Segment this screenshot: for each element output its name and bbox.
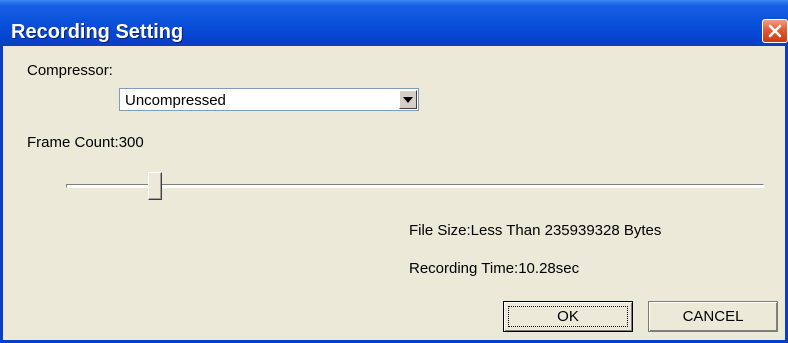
cancel-button-label: CANCEL <box>682 308 744 325</box>
close-button[interactable] <box>762 19 788 43</box>
frame-count-label: Frame Count:300 <box>27 134 144 151</box>
window-title: Recording Setting <box>11 21 184 43</box>
compressor-selected-value: Uncompressed <box>125 92 226 109</box>
ok-button-label: OK <box>557 308 579 325</box>
compressor-dropdown-button[interactable] <box>399 90 417 109</box>
recording-setting-dialog: Recording Setting Compressor: Uncompress… <box>0 0 788 343</box>
frame-count-slider-thumb[interactable] <box>148 172 163 200</box>
title-bar[interactable]: Recording Setting <box>0 0 788 46</box>
compressor-label: Compressor: <box>27 62 113 79</box>
file-size-text: File Size:Less Than 235939328 Bytes <box>409 222 662 239</box>
compressor-select[interactable]: Uncompressed <box>119 88 419 111</box>
frame-count-slider-track[interactable] <box>66 184 764 188</box>
cancel-button[interactable]: CANCEL <box>648 301 778 332</box>
ok-button[interactable]: OK <box>503 301 633 332</box>
chevron-down-icon <box>403 97 413 103</box>
recording-time-text: Recording Time:10.28sec <box>409 260 580 277</box>
close-icon <box>768 24 782 38</box>
